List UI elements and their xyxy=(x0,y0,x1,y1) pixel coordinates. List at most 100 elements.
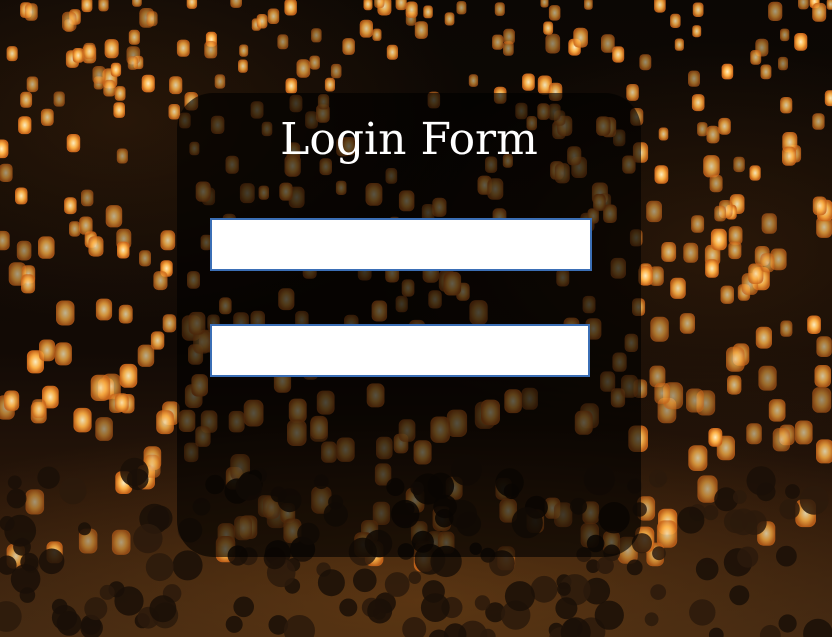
lantern xyxy=(414,21,428,39)
crowd-figure xyxy=(778,614,797,633)
lantern xyxy=(503,28,515,45)
lantern xyxy=(688,70,700,87)
lantern xyxy=(267,8,280,24)
lantern xyxy=(374,0,385,9)
lantern xyxy=(21,274,36,294)
lantern xyxy=(646,200,662,223)
lantern xyxy=(114,393,129,412)
lantern xyxy=(812,2,827,22)
lantern xyxy=(128,29,140,45)
lantern xyxy=(706,125,720,144)
lantern xyxy=(150,331,165,350)
form-title: Login Form xyxy=(280,114,538,165)
lantern xyxy=(39,339,56,362)
lantern xyxy=(330,63,342,79)
lantern xyxy=(284,0,297,16)
crowd-figure xyxy=(737,546,759,568)
lantern xyxy=(119,363,138,388)
lantern xyxy=(40,108,54,126)
lantern xyxy=(798,0,809,10)
crowd-figure xyxy=(729,585,750,606)
crowd-figure xyxy=(225,615,243,633)
lantern xyxy=(311,28,322,43)
lantern xyxy=(4,390,20,411)
crowd-figure xyxy=(799,485,829,515)
lantern xyxy=(679,313,695,334)
crowd-figure xyxy=(695,557,719,581)
password-input[interactable] xyxy=(210,324,590,377)
lantern xyxy=(654,165,669,184)
crowd-figure xyxy=(339,598,358,617)
lantern xyxy=(456,1,467,15)
lantern xyxy=(31,399,46,419)
lantern xyxy=(728,241,742,260)
crowd-figure xyxy=(677,506,705,534)
crowd-figure xyxy=(172,550,203,581)
crowd-figure xyxy=(785,484,800,499)
lantern xyxy=(601,34,615,53)
lantern xyxy=(816,439,832,464)
crowd-figure xyxy=(114,586,144,616)
lantern xyxy=(761,213,777,234)
lantern xyxy=(812,387,832,413)
lantern xyxy=(794,420,813,445)
lantern xyxy=(691,215,705,233)
lantern xyxy=(812,113,825,130)
lantern xyxy=(814,365,831,388)
lantern xyxy=(277,34,289,50)
lantern xyxy=(720,285,734,304)
crowd-figure xyxy=(557,582,571,596)
crowd-figure xyxy=(367,598,393,624)
crowd-figure xyxy=(650,584,667,600)
lantern xyxy=(718,117,731,135)
lantern xyxy=(639,54,652,71)
lantern xyxy=(79,216,93,235)
lantern xyxy=(127,56,138,70)
lantern xyxy=(824,90,832,107)
lantern xyxy=(26,76,39,93)
lantern xyxy=(38,236,55,259)
lantern xyxy=(780,320,793,337)
crowd-figure xyxy=(283,615,315,637)
lantern xyxy=(137,344,155,367)
lantern xyxy=(20,91,33,108)
lantern xyxy=(256,14,268,29)
lantern xyxy=(540,0,549,8)
lantern xyxy=(25,489,45,515)
lantern xyxy=(703,155,720,178)
lantern xyxy=(807,315,821,334)
crowd-figure xyxy=(402,617,427,637)
lantern xyxy=(626,84,639,101)
lantern xyxy=(670,13,681,28)
background-scene: Login Form xyxy=(0,0,832,637)
crowd-figure xyxy=(746,466,776,496)
lantern xyxy=(114,86,126,101)
lantern xyxy=(395,0,407,11)
lantern xyxy=(755,326,772,349)
lantern xyxy=(543,21,554,35)
lantern xyxy=(111,529,131,555)
lantern xyxy=(697,122,708,137)
lantern xyxy=(548,5,561,21)
lantern xyxy=(727,375,742,395)
crowd-figure xyxy=(384,572,410,597)
lantern xyxy=(688,445,708,471)
lantern xyxy=(758,365,777,391)
lantern xyxy=(492,34,504,50)
lantern xyxy=(204,41,218,59)
crowd-figure xyxy=(149,595,177,623)
lantern xyxy=(16,240,32,261)
lantern xyxy=(768,1,783,22)
lantern xyxy=(342,38,355,55)
username-input[interactable] xyxy=(210,218,592,271)
lantern xyxy=(726,346,745,372)
lantern xyxy=(95,417,113,441)
lantern xyxy=(296,59,311,78)
lantern xyxy=(782,146,797,166)
crowd-figure xyxy=(708,627,724,637)
lantern xyxy=(153,271,168,291)
lantern xyxy=(0,139,9,159)
lantern xyxy=(708,428,723,447)
lantern xyxy=(750,50,762,65)
lantern xyxy=(768,399,786,422)
